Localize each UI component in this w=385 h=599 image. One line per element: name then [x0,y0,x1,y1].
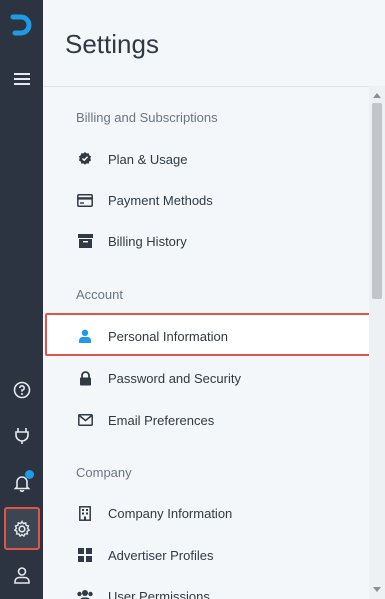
nav-item-company-information[interactable]: Company Information [76,498,232,528]
envelope-icon [76,411,94,429]
nav-item-label: Billing History [108,233,187,249]
nav-item-label: Company Information [108,505,233,521]
badge-check-icon [76,150,94,168]
notification-dot [25,470,34,479]
archive-box-icon [76,232,94,250]
credit-card-icon [76,191,94,209]
nav-item-label: Payment Methods [108,192,213,208]
nav-item-plan-usage[interactable]: Plan & Usage [76,144,188,174]
header-divider [43,86,385,87]
help-icon[interactable] [0,373,43,407]
nav-item-label: Personal Information [108,328,228,344]
person-icon [76,327,94,345]
nav-item-label: Plan & Usage [108,151,188,167]
users-icon [76,587,94,599]
scrollbar[interactable] [369,86,385,599]
logo-icon[interactable] [10,14,32,36]
page-title: Settings [65,29,159,59]
nav-item-personal-information[interactable]: Personal Information [76,321,228,351]
menu-icon[interactable] [0,62,43,96]
lock-icon [76,369,94,387]
nav-item-payment-methods[interactable]: Payment Methods [76,185,213,215]
settings-panel: Settings Billing and Subscriptions Plan … [43,0,385,599]
building-icon [76,504,94,522]
plug-icon[interactable] [0,419,43,453]
scrollbar-thumb[interactable] [372,103,382,299]
section-account-header: Account [76,287,123,302]
nav-item-user-permissions[interactable]: User Permissions [76,581,210,599]
user-icon[interactable] [0,558,43,592]
nav-item-password-security[interactable]: Password and Security [76,363,241,393]
nav-item-label: User Permissions [108,588,210,599]
scroll-up-arrow-icon[interactable] [373,93,381,98]
section-billing-header: Billing and Subscriptions [76,110,218,125]
grid-icon [76,546,94,564]
section-company-header: Company [76,465,132,480]
left-nav-rail [0,0,43,599]
nav-item-label: Password and Security [108,370,241,386]
nav-item-billing-history[interactable]: Billing History [76,226,187,256]
bell-icon[interactable] [0,466,43,500]
nav-item-email-preferences[interactable]: Email Preferences [76,405,214,435]
scroll-down-arrow-icon[interactable] [373,587,381,592]
nav-item-label: Email Preferences [108,412,215,428]
nav-item-advertiser-profiles[interactable]: Advertiser Profiles [76,540,213,570]
nav-item-label: Advertiser Profiles [108,547,214,563]
settings-icon[interactable] [0,512,43,546]
